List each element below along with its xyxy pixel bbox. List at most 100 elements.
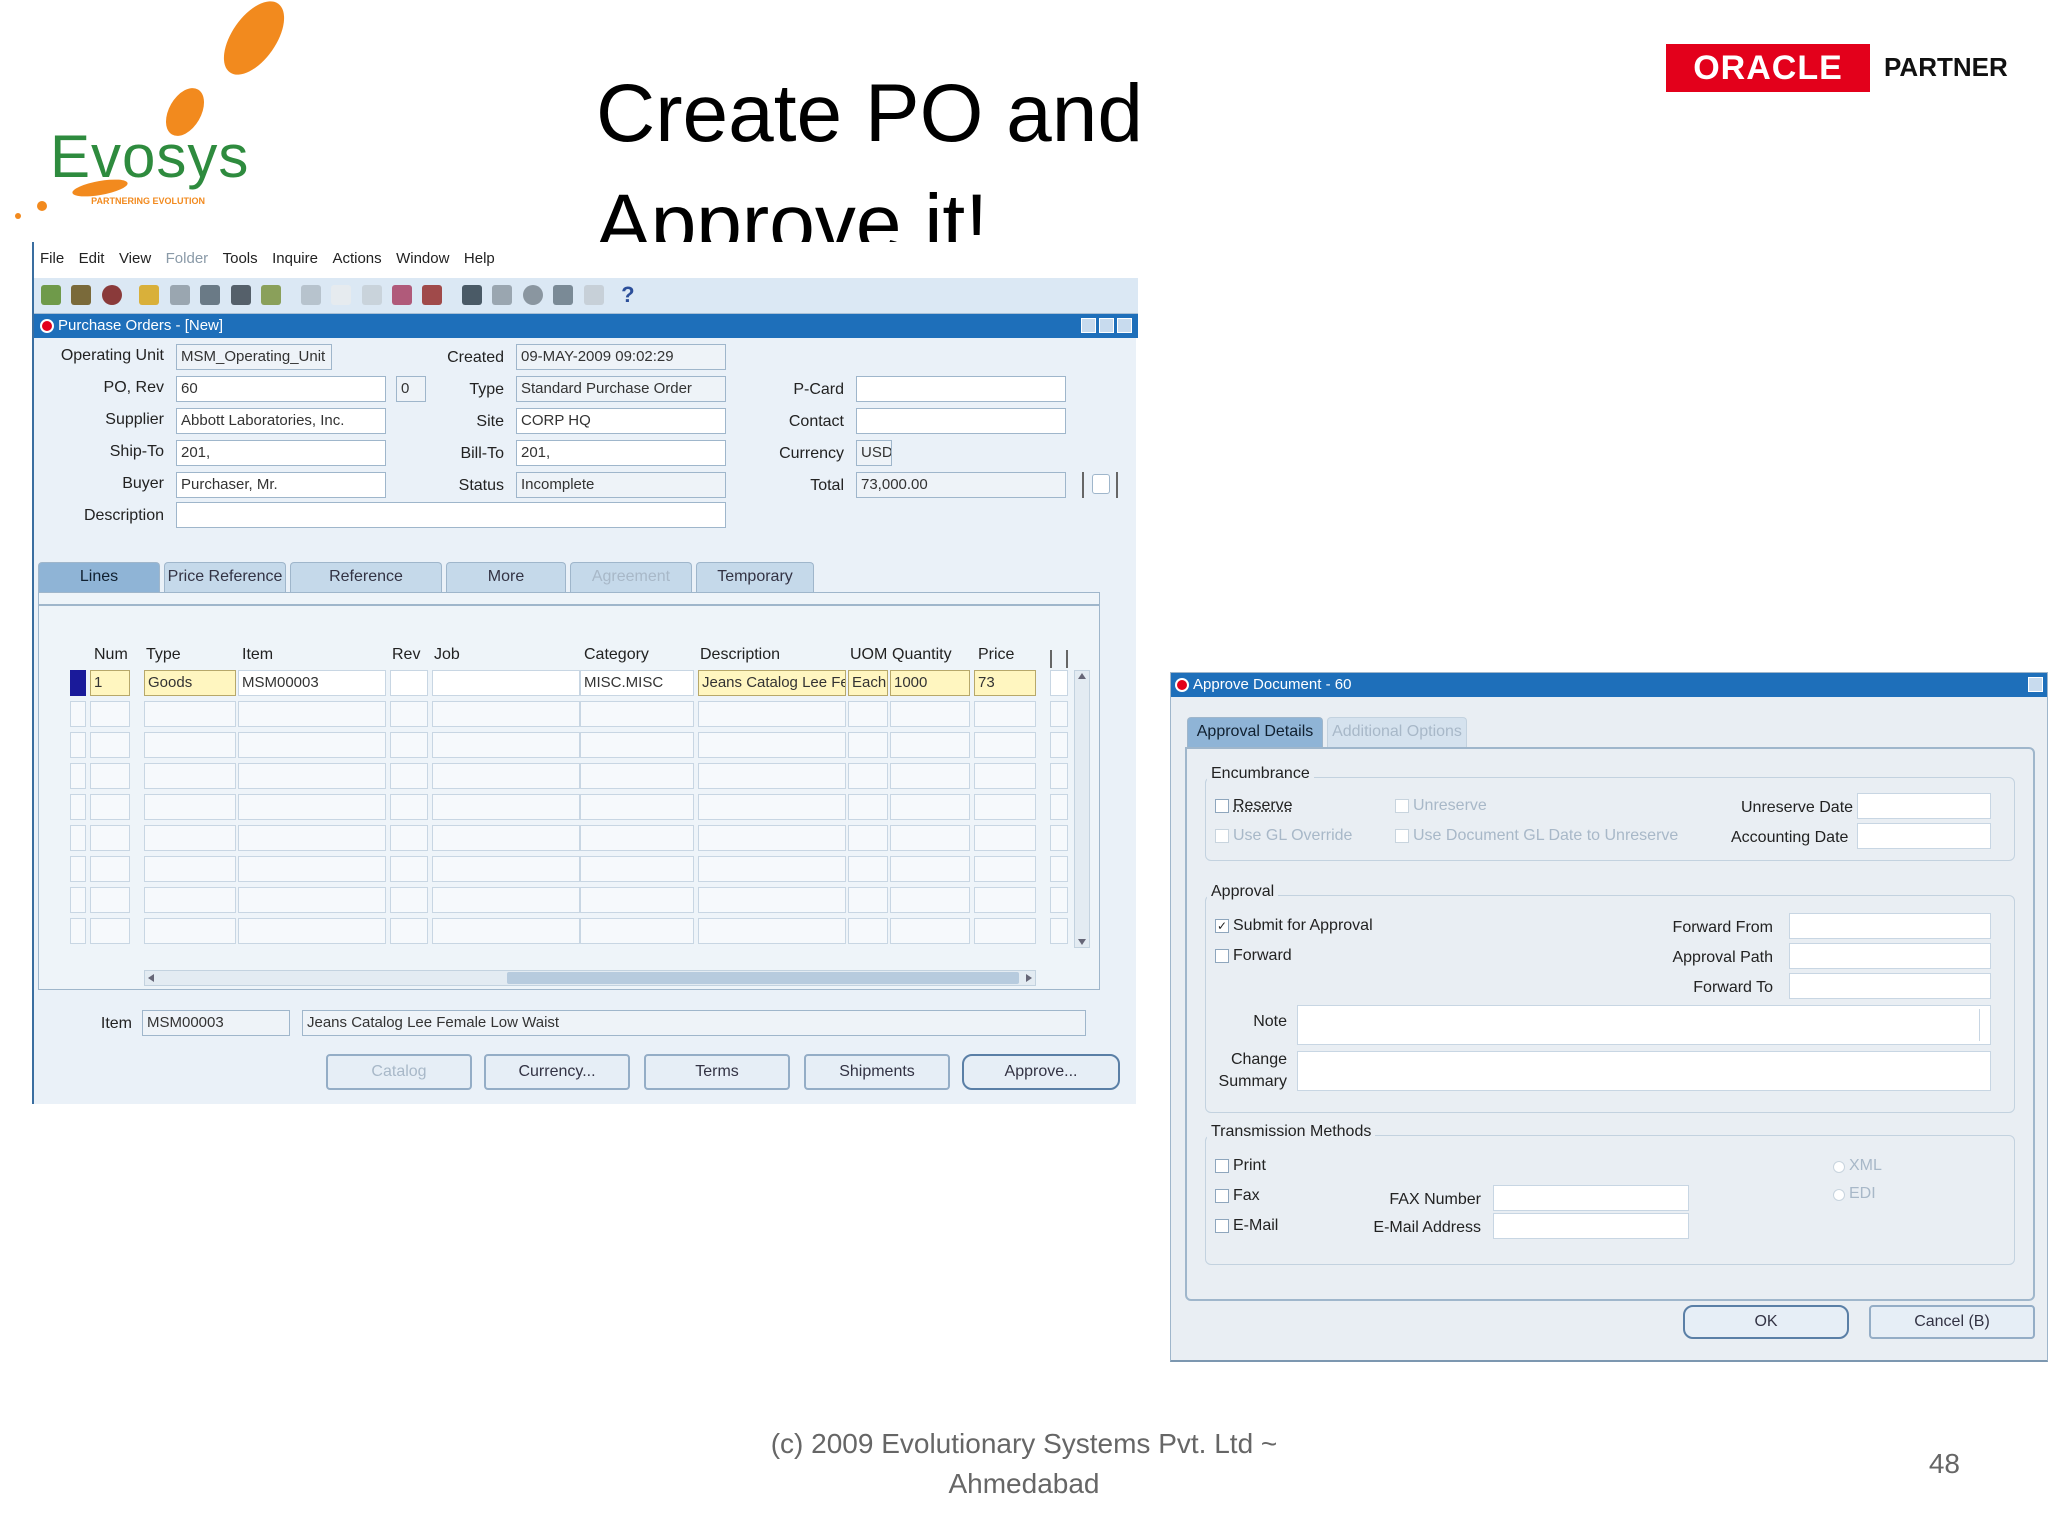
attachments-icon[interactable]	[522, 285, 543, 305]
use-gl-override-checkbox[interactable]	[1215, 829, 1229, 843]
print-checkbox[interactable]	[1215, 1159, 1229, 1173]
table-cell-empty[interactable]	[432, 918, 580, 944]
copy-icon[interactable]	[331, 285, 352, 305]
find-icon[interactable]	[71, 285, 92, 305]
new-record-icon[interactable]	[230, 285, 251, 305]
window-help-icon[interactable]	[583, 285, 604, 305]
table-cell-empty[interactable]	[70, 887, 86, 913]
tab-more[interactable]: More	[446, 562, 566, 592]
scroll-down-icon[interactable]	[1078, 939, 1086, 945]
table-cell-empty[interactable]	[848, 918, 888, 944]
table-cell-empty[interactable]	[432, 856, 580, 882]
scroll-right-icon[interactable]	[1026, 974, 1032, 982]
description-field[interactable]	[176, 502, 726, 528]
table-cell-empty[interactable]	[848, 701, 888, 727]
navigator-icon[interactable]	[101, 285, 122, 305]
table-cell-empty[interactable]	[580, 856, 694, 882]
table-cell-empty[interactable]	[390, 732, 428, 758]
tab-agreement[interactable]: Agreement	[570, 562, 692, 592]
scroll-thumb[interactable]	[507, 972, 1019, 984]
unreserve-checkbox[interactable]	[1395, 799, 1409, 813]
table-cell-empty[interactable]	[698, 856, 846, 882]
currency-field[interactable]: USD	[856, 440, 892, 466]
table-cell-empty[interactable]	[144, 701, 236, 727]
table-cell-empty[interactable]	[390, 856, 428, 882]
menu-folder[interactable]: Folder	[166, 250, 209, 267]
catalog-button[interactable]: Catalog	[326, 1054, 472, 1090]
minimize-icon[interactable]	[1081, 318, 1096, 333]
table-cell-empty[interactable]	[70, 918, 86, 944]
table-cell-empty[interactable]	[848, 763, 888, 789]
use-document-gl-date-checkbox[interactable]	[1395, 829, 1409, 843]
approval-path-field[interactable]	[1789, 943, 1991, 969]
approve-button[interactable]: Approve...	[962, 1054, 1120, 1090]
table-cell-empty[interactable]	[974, 701, 1036, 727]
table-cell-empty[interactable]	[432, 794, 580, 820]
supplier-field[interactable]: Abbott Laboratories, Inc.	[176, 408, 386, 434]
folder-tools-icon[interactable]	[553, 285, 574, 305]
close-form-icon[interactable]	[200, 285, 221, 305]
table-cell-empty[interactable]	[890, 856, 970, 882]
delete-record-icon[interactable]	[261, 285, 282, 305]
table-cell-empty[interactable]	[238, 701, 386, 727]
table-cell-empty[interactable]	[390, 918, 428, 944]
line-uom-cell[interactable]: Each	[848, 670, 888, 696]
table-cell-empty[interactable]	[974, 918, 1036, 944]
ok-button[interactable]: OK	[1683, 1305, 1849, 1339]
table-cell-empty[interactable]	[698, 763, 846, 789]
table-cell-empty[interactable]	[580, 918, 694, 944]
line-type-cell[interactable]: Goods	[144, 670, 236, 696]
table-cell-empty[interactable]	[432, 887, 580, 913]
tab-approval-details[interactable]: Approval Details	[1187, 717, 1323, 747]
paste-icon[interactable]	[361, 285, 382, 305]
table-cell-empty[interactable]	[890, 763, 970, 789]
edit-field-icon[interactable]	[422, 285, 443, 305]
table-cell-empty[interactable]	[580, 763, 694, 789]
table-cell-empty[interactable]	[1050, 763, 1068, 789]
scroll-up-icon[interactable]	[1078, 673, 1086, 679]
reserve-checkbox[interactable]	[1215, 799, 1229, 813]
tab-lines[interactable]: Lines	[38, 562, 160, 592]
table-cell-empty[interactable]	[238, 763, 386, 789]
table-cell-empty[interactable]	[580, 825, 694, 851]
table-cell-empty[interactable]	[580, 732, 694, 758]
table-cell-empty[interactable]	[144, 794, 236, 820]
table-cell-empty[interactable]	[432, 763, 580, 789]
table-cell-empty[interactable]	[974, 887, 1036, 913]
currency-button[interactable]: Currency...	[484, 1054, 630, 1090]
table-cell-empty[interactable]	[70, 732, 86, 758]
table-cell-empty[interactable]	[1050, 918, 1068, 944]
note-field[interactable]	[1297, 1005, 1991, 1045]
table-cell-empty[interactable]	[238, 918, 386, 944]
menu-file[interactable]: File	[40, 250, 64, 267]
menu-inquire[interactable]: Inquire	[272, 250, 318, 267]
table-cell-empty[interactable]	[890, 794, 970, 820]
scroll-left-icon[interactable]	[148, 974, 154, 982]
table-cell-empty[interactable]	[432, 825, 580, 851]
window-close-icon[interactable]	[40, 319, 54, 333]
line-description-cell[interactable]: Jeans Catalog Lee Fer	[698, 670, 846, 696]
table-cell-empty[interactable]	[848, 856, 888, 882]
table-cell-empty[interactable]	[70, 794, 86, 820]
lines-horizontal-scrollbar[interactable]	[144, 970, 1036, 986]
pcard-field[interactable]	[856, 376, 1066, 402]
table-cell-empty[interactable]	[698, 701, 846, 727]
menu-tools[interactable]: Tools	[223, 250, 258, 267]
change-summary-field[interactable]	[1297, 1051, 1991, 1091]
fax-checkbox[interactable]	[1215, 1189, 1229, 1203]
table-cell-empty[interactable]	[390, 763, 428, 789]
table-cell-empty[interactable]	[580, 887, 694, 913]
maximize-icon[interactable]	[1099, 318, 1114, 333]
edi-radio[interactable]	[1833, 1189, 1845, 1201]
close-icon[interactable]	[1117, 318, 1132, 333]
forward-checkbox[interactable]	[1215, 949, 1229, 963]
email-address-field[interactable]	[1493, 1213, 1689, 1239]
table-cell-empty[interactable]	[390, 887, 428, 913]
table-cell-empty[interactable]	[890, 701, 970, 727]
table-cell-empty[interactable]	[848, 794, 888, 820]
line-category-cell[interactable]: MISC.MISC	[580, 670, 694, 696]
table-cell-empty[interactable]	[70, 701, 86, 727]
table-cell-empty[interactable]	[238, 794, 386, 820]
table-cell-empty[interactable]	[698, 794, 846, 820]
table-cell-empty[interactable]	[698, 918, 846, 944]
